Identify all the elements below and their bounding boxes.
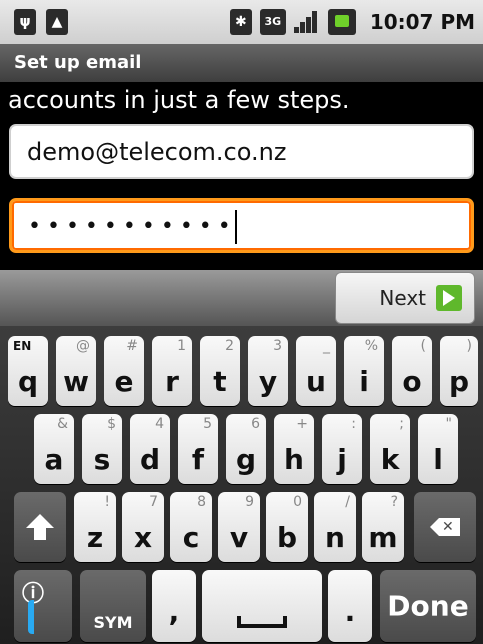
space-icon <box>237 616 287 628</box>
comma-key[interactable]: , <box>152 570 196 642</box>
key-m[interactable]: ? m <box>362 492 404 562</box>
shift-key[interactable] <box>14 492 66 562</box>
key-h[interactable]: + h <box>274 414 314 484</box>
key-g[interactable]: 6 g <box>226 414 266 484</box>
email-field[interactable]: demo@telecom.co.nz <box>9 124 474 179</box>
key-f[interactable]: 5 f <box>178 414 218 484</box>
next-button[interactable]: Next <box>335 272 475 324</box>
key-n[interactable]: / n <box>314 492 356 562</box>
next-label: Next <box>379 286 426 310</box>
status-bar: ψ ▲ ✱ 3G 10:07 PM <box>0 0 483 44</box>
battery-icon <box>327 9 356 35</box>
shift-arrow-icon <box>26 514 54 540</box>
clock: 10:07 PM <box>369 10 475 34</box>
next-arrow-icon <box>436 285 462 311</box>
key-o[interactable]: ( o <box>392 336 432 406</box>
warning-icon: ▲ <box>46 9 68 35</box>
period-key[interactable]: . <box>328 570 372 642</box>
key-b[interactable]: 0 b <box>266 492 308 562</box>
setup-form: accounts in just a few steps. demo@telec… <box>0 82 483 270</box>
swype-key[interactable]: ⓘ <box>14 570 72 642</box>
key-u[interactable]: _ u <box>296 336 336 406</box>
button-bar: Next <box>0 270 483 326</box>
key-w[interactable]: @ w <box>56 336 96 406</box>
key-z[interactable]: ! z <box>74 492 116 562</box>
key-r[interactable]: 1 r <box>152 336 192 406</box>
backspace-icon: ✕ <box>430 518 460 536</box>
key-l[interactable]: " l <box>418 414 458 484</box>
key-i[interactable]: % i <box>344 336 384 406</box>
space-key[interactable] <box>202 570 322 642</box>
key-d[interactable]: 4 d <box>130 414 170 484</box>
key-p[interactable]: ) p <box>440 336 478 406</box>
key-e[interactable]: # e <box>104 336 144 406</box>
soft-keyboard: EN q @ w # e 1 r 2 t 3 y _ u % i ( o ) p… <box>0 326 483 644</box>
key-y[interactable]: 3 y <box>248 336 288 406</box>
password-value: ••••••••••• <box>28 214 237 239</box>
network-3g-icon: 3G <box>259 9 286 35</box>
key-x[interactable]: 7 x <box>122 492 164 562</box>
key-s[interactable]: $ s <box>82 414 122 484</box>
password-field[interactable]: ••••••••••• <box>9 198 474 253</box>
delete-key[interactable]: ✕ <box>414 492 476 562</box>
swype-logo-icon <box>28 600 64 634</box>
usb-icon: ψ <box>14 9 36 35</box>
signal-strength-icon <box>293 9 320 35</box>
key-v[interactable]: 9 v <box>218 492 260 562</box>
bluetooth-icon: ✱ <box>229 9 252 35</box>
sym-key[interactable]: SYM <box>80 570 146 642</box>
key-k[interactable]: ; k <box>370 414 410 484</box>
key-q[interactable]: EN q <box>8 336 48 406</box>
key-a[interactable]: & a <box>34 414 74 484</box>
email-value: demo@telecom.co.nz <box>27 138 287 166</box>
key-t[interactable]: 2 t <box>200 336 240 406</box>
key-j[interactable]: : j <box>322 414 362 484</box>
key-c[interactable]: 8 c <box>170 492 212 562</box>
lang-label: EN <box>13 339 32 353</box>
done-button[interactable]: Done <box>380 570 476 642</box>
text-cursor <box>234 210 237 244</box>
page-title: Set up email <box>0 44 483 82</box>
intro-text: accounts in just a few steps. <box>8 86 350 114</box>
